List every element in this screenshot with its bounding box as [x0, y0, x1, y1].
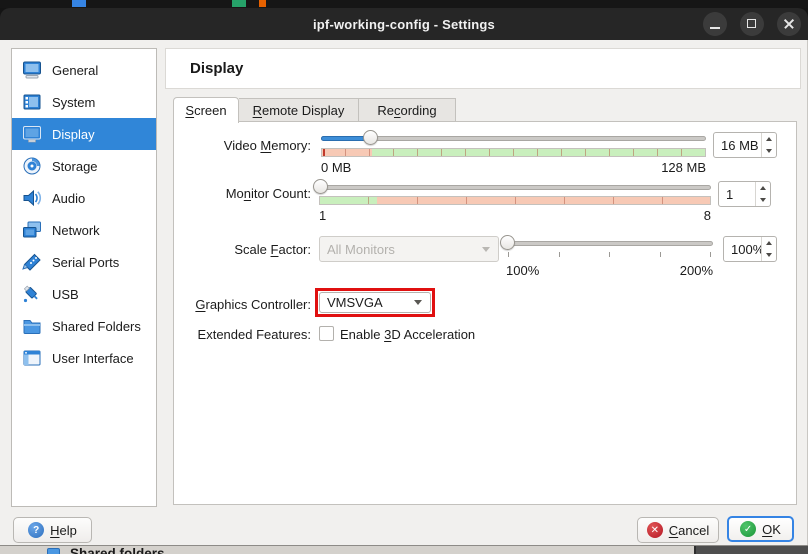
page-title: Display — [190, 60, 243, 77]
window-controls — [703, 12, 801, 36]
sidebar-item-label: Serial Ports — [52, 255, 119, 270]
ok-icon: ✓ — [740, 521, 756, 537]
scale-factor-label: Scale Factor: — [174, 242, 311, 257]
scale-factor-input[interactable] — [724, 237, 761, 261]
desktop-backdrop — [0, 0, 808, 8]
graphics-controller-select[interactable]: VMSVGA — [319, 292, 431, 313]
monitor-count-range-indicator — [319, 196, 711, 205]
sidebar-item-label: User Interface — [52, 351, 134, 366]
monitor-count-label: Monitor Count: — [174, 186, 311, 201]
monitor-count-slider[interactable] — [319, 179, 711, 195]
scale-factor-ticks — [508, 252, 711, 257]
monitor-count-stepper-down[interactable] — [756, 194, 770, 206]
chevron-down-icon — [414, 300, 422, 305]
screen: ipf-working-config - Settings General Sy… — [0, 0, 808, 554]
screen-tab-pane: Video Memory: 0 MB 128 MB — [173, 121, 797, 505]
cancel-icon: ✕ — [647, 522, 663, 538]
scale-factor-slider-handle[interactable] — [500, 235, 515, 250]
settings-dialog: General System Display Storage Audio Net… — [0, 40, 808, 545]
video-memory-range-indicator — [321, 148, 706, 157]
video-memory-stepper-down[interactable] — [762, 145, 776, 157]
monitor-count-min-label: 1 — [319, 208, 326, 223]
sidebar-item-storage[interactable]: Storage — [12, 150, 156, 182]
monitor-count-spinbox[interactable] — [718, 181, 771, 207]
sidebar-item-audio[interactable]: Audio — [12, 182, 156, 214]
minimize-button[interactable] — [703, 12, 727, 36]
sidebar-item-label: System — [52, 95, 95, 110]
scale-factor-stepper-down[interactable] — [762, 249, 776, 261]
window-title: ipf-working-config - Settings — [313, 17, 495, 32]
scale-factor-min-label: 100% — [506, 263, 539, 278]
sidebar-item-label: Audio — [52, 191, 85, 206]
video-memory-max-label: 128 MB — [661, 160, 706, 175]
maximize-button[interactable] — [740, 12, 764, 36]
sidebar-item-label: Storage — [52, 159, 98, 174]
sidebar-item-system[interactable]: System — [12, 86, 156, 118]
scale-factor-stepper-up[interactable] — [762, 237, 776, 249]
tab-recording[interactable]: Recording — [359, 98, 456, 122]
scale-factor-spinbox[interactable] — [723, 236, 777, 262]
minimize-icon — [710, 27, 720, 29]
page-header: Display — [165, 48, 801, 89]
sidebar-item-shared-folders[interactable]: Shared Folders — [12, 310, 156, 342]
tab-remote-display[interactable]: Remote Display — [239, 98, 359, 122]
sidebar-item-serial-ports[interactable]: Serial Ports — [12, 246, 156, 278]
extended-features-label: Extended Features: — [174, 327, 311, 342]
background-window-fragment — [232, 0, 246, 7]
sidebar-item-display[interactable]: Display — [12, 118, 156, 150]
enable-3d-acceleration-label: Enable 3D Acceleration — [340, 327, 475, 342]
video-memory-label: Video Memory: — [174, 138, 311, 153]
system-icon — [21, 91, 43, 113]
usb-icon — [21, 283, 43, 305]
ok-button[interactable]: ✓ OK — [727, 516, 794, 542]
background-window-fragment — [72, 0, 86, 7]
sidebar-item-label: Display — [52, 127, 95, 142]
enable-3d-acceleration-checkbox[interactable] — [319, 326, 334, 341]
scale-factor-slider[interactable] — [506, 235, 713, 251]
audio-icon — [21, 187, 43, 209]
sidebar-item-general[interactable]: General — [12, 54, 156, 86]
background-window-partial-label: Shared folders — [70, 546, 165, 554]
monitor-count-max-label: 8 — [704, 208, 711, 223]
graphics-controller-label: Graphics Controller: — [174, 297, 311, 312]
display-icon — [21, 123, 43, 145]
scale-factor-max-label: 200% — [680, 263, 713, 278]
cancel-button[interactable]: ✕ Cancel — [637, 517, 719, 543]
video-memory-spinbox[interactable] — [713, 132, 777, 158]
user-interface-icon — [21, 347, 43, 369]
video-memory-input[interactable] — [714, 133, 761, 157]
titlebar[interactable]: ipf-working-config - Settings — [0, 8, 808, 40]
video-memory-slider[interactable] — [321, 130, 706, 146]
chevron-down-icon — [482, 247, 490, 252]
sidebar-item-label: General — [52, 63, 98, 78]
serial-ports-icon — [21, 251, 43, 273]
scale-factor-monitor-select[interactable]: All Monitors — [319, 236, 499, 262]
tab-screen[interactable]: Screen — [173, 97, 239, 123]
shared-folders-icon — [47, 548, 60, 554]
sidebar-item-label: Shared Folders — [52, 319, 141, 334]
monitor-count-stepper-up[interactable] — [756, 182, 770, 194]
settings-category-list: General System Display Storage Audio Net… — [11, 48, 157, 507]
sidebar-item-usb[interactable]: USB — [12, 278, 156, 310]
tab-bar: Screen Remote Display Recording — [173, 97, 456, 122]
sidebar-item-network[interactable]: Network — [12, 214, 156, 246]
help-icon: ? — [28, 522, 44, 538]
monitor-count-input[interactable] — [719, 182, 755, 206]
maximize-icon — [747, 19, 756, 28]
background-window-strip: Shared folders — [0, 545, 808, 554]
shared-folders-icon — [21, 315, 43, 337]
network-icon — [21, 219, 43, 241]
sidebar-item-label: Network — [52, 223, 100, 238]
close-button[interactable] — [777, 12, 801, 36]
sidebar-item-label: USB — [52, 287, 79, 302]
sidebar-item-user-interface[interactable]: User Interface — [12, 342, 156, 374]
video-memory-min-label: 0 MB — [321, 160, 351, 175]
storage-icon — [21, 155, 43, 177]
video-memory-slider-handle[interactable] — [363, 130, 378, 145]
general-icon — [21, 59, 43, 81]
video-memory-stepper-up[interactable] — [762, 133, 776, 145]
monitor-count-slider-handle[interactable] — [313, 179, 328, 194]
help-button[interactable]: ? Help — [13, 517, 92, 543]
background-window-fragment — [259, 0, 266, 7]
